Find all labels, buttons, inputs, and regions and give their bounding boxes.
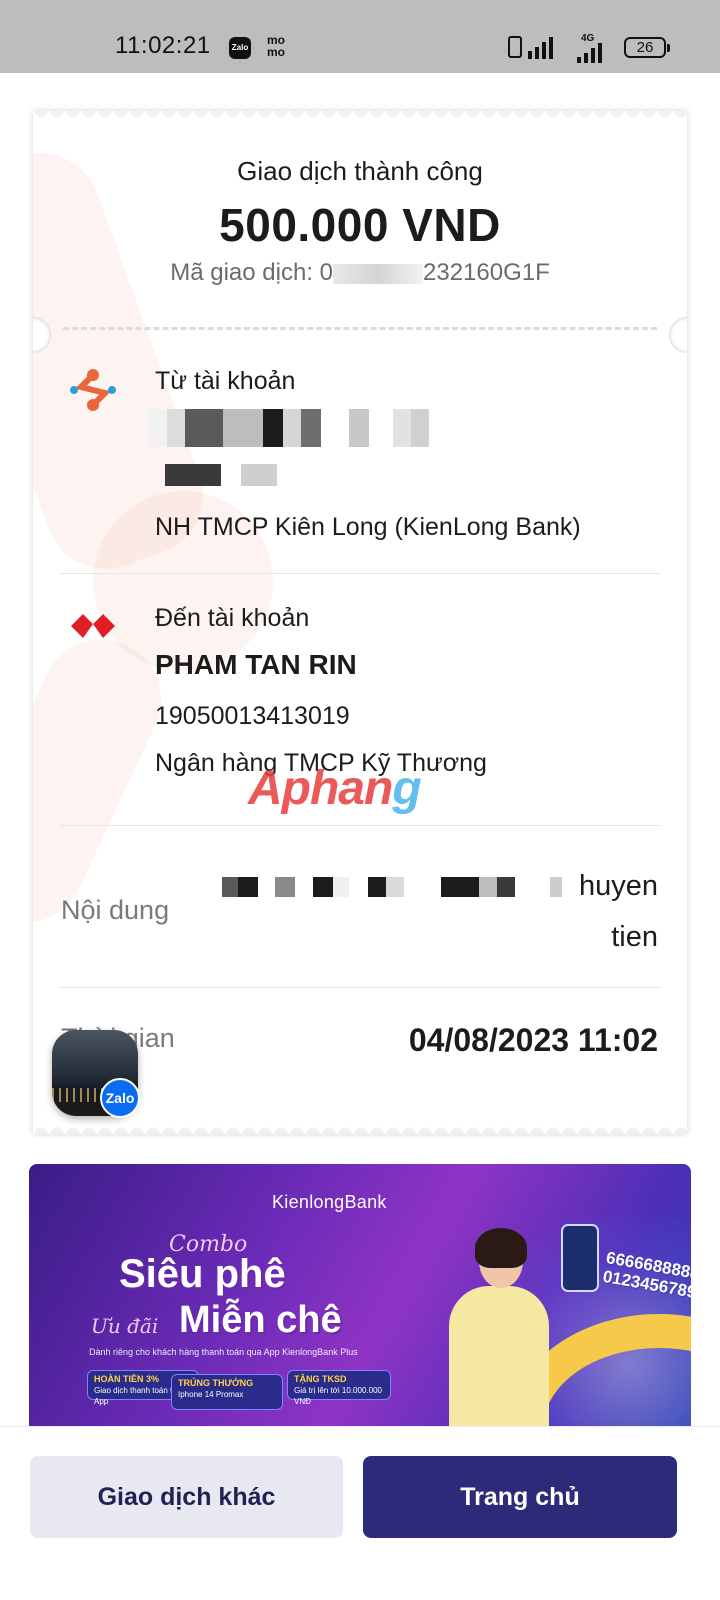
redacted-content — [222, 877, 563, 897]
banner-uudai-text: Ưu đãi — [91, 1314, 159, 1338]
transaction-id: Mã giao dịch: 0 232160G1F — [33, 259, 687, 287]
battery-icon: 26 — [624, 37, 670, 58]
to-account-label: Đến tài khoản — [155, 604, 310, 632]
signal-4g-icon — [577, 39, 602, 63]
banner-subtitle: Dành riêng cho khách hàng thanh toán qua… — [89, 1347, 358, 1357]
time-value: 04/08/2023 11:02 — [408, 1022, 658, 1058]
status-bar: 11:02:21 Zalo mo mo 4G 26 — [0, 0, 720, 73]
transaction-amount: 500.000 VND — [219, 199, 501, 251]
banner-chip-gift: TẶNG TKSD Giá trị lên tới 10.000.000 VNĐ — [287, 1370, 391, 1406]
redacted-account-name — [147, 409, 429, 447]
vibrate-icon — [508, 36, 522, 58]
banner-brand-logo: KienlongBank — [272, 1192, 387, 1212]
transaction-status: Giao dịch thành công — [237, 156, 483, 186]
recipient-name: PHAM TAN RIN — [155, 649, 357, 680]
redacted-account-number — [165, 464, 277, 486]
redacted-mask — [333, 263, 423, 284]
receipt-bottom-edge — [33, 1122, 687, 1134]
transaction-receipt: Giao dịch thành công 500.000 VND Mã giao… — [33, 111, 687, 1134]
banner-phone-icon — [561, 1224, 599, 1292]
status-time: 11:02:21 — [115, 32, 211, 59]
from-account-label: Từ tài khoản — [155, 367, 296, 395]
section-divider — [60, 825, 660, 826]
momo-notification-icon: mo mo — [267, 33, 285, 59]
signal-icon — [528, 35, 553, 59]
transaction-id-suffix: 232160G1F — [423, 259, 550, 286]
banner-model-image — [439, 1224, 549, 1426]
techcombank-logo-icon — [71, 614, 115, 638]
receipt-divider — [63, 327, 657, 330]
section-divider — [60, 573, 660, 574]
content-value-line1: huyen — [578, 870, 658, 902]
recipient-account-number: 19050013413019 — [155, 702, 350, 730]
content-value-line2: tien — [611, 921, 658, 953]
content-label: Nội dung — [61, 895, 170, 925]
transaction-id-prefix: Mã giao dịch: 0 — [170, 259, 333, 286]
banner-headline-1: Siêu phê — [119, 1252, 286, 1296]
other-transaction-button[interactable]: Giao dịch khác — [30, 1456, 343, 1538]
receipt-top-edge — [33, 111, 687, 123]
kienlongbank-logo-icon — [70, 369, 116, 411]
from-bank-name: NH TMCP Kiên Long (KienLong Bank) — [155, 513, 581, 541]
receipt-notch-right — [669, 317, 687, 353]
section-divider — [60, 987, 660, 988]
promo-banner[interactable]: KienlongBank Combo Siêu phê Ưu đãi Miễn … — [29, 1164, 691, 1426]
zalo-badge-icon[interactable]: Zalo — [100, 1078, 140, 1118]
zalo-notification-icon: Zalo — [229, 37, 251, 59]
banner-chip-prize: TRÚNG THƯỞNG Iphone 14 Promax — [171, 1374, 283, 1410]
aphang-watermark: Aphang — [248, 762, 422, 815]
banner-headline-2: Miễn chê — [179, 1299, 342, 1341]
home-button[interactable]: Trang chủ — [363, 1456, 677, 1538]
